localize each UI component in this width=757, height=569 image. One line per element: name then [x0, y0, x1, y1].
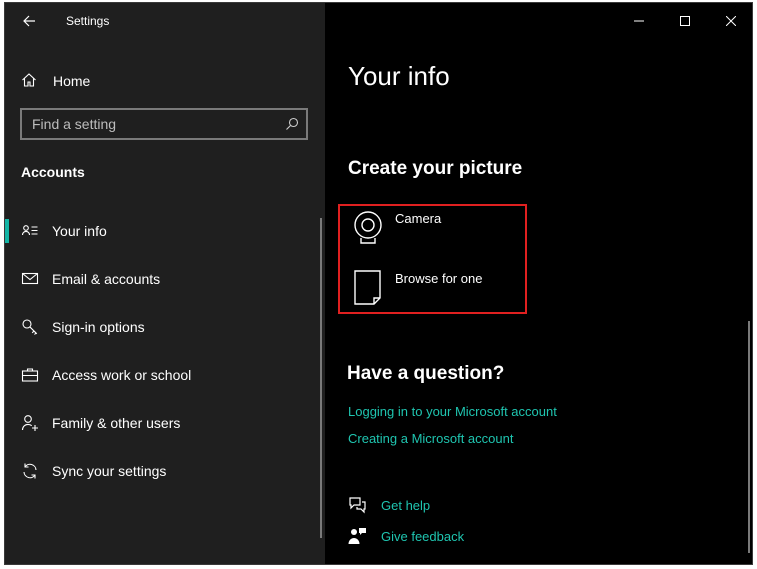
create-picture-heading: Create your picture	[348, 158, 523, 179]
selection-indicator	[5, 219, 9, 243]
close-button[interactable]	[708, 3, 752, 39]
question-heading: Have a question?	[347, 363, 505, 384]
home-label: Home	[53, 73, 91, 89]
feedback-icon	[348, 528, 366, 544]
camera-icon	[354, 211, 382, 244]
link-create-account[interactable]: Creating a Microsoft account	[348, 431, 513, 446]
sidebar-item-label: Sync your settings	[52, 463, 167, 479]
sidebar-item-sign-in-options[interactable]: Sign-in options	[5, 307, 321, 347]
sidebar-item-label: Access work or school	[52, 367, 192, 383]
browse-option[interactable]: Browse for one	[352, 270, 532, 310]
get-help-label: Get help	[381, 498, 431, 513]
sidebar-item-label: Sign-in options	[52, 319, 145, 335]
minimize-button[interactable]	[616, 3, 662, 39]
maximize-button[interactable]	[662, 3, 708, 39]
back-button[interactable]	[17, 9, 41, 33]
sidebar-item-your-info[interactable]: Your info	[5, 211, 321, 251]
minimize-icon	[634, 20, 644, 22]
sidebar-item-label: Family & other users	[52, 415, 181, 431]
briefcase-icon	[21, 368, 39, 382]
sidebar-item-label: Your info	[52, 223, 107, 239]
page-title: Your info	[348, 61, 450, 91]
key-icon	[22, 319, 38, 335]
sidebar-home[interactable]: Home	[5, 65, 325, 95]
sidebar-item-family-users[interactable]: Family & other users	[5, 403, 321, 443]
person-card-icon	[21, 225, 38, 236]
sidebar-item-sync-settings[interactable]: Sync your settings	[5, 451, 321, 491]
sidebar: Settings Home Accounts Your info	[5, 3, 325, 564]
person-add-icon	[21, 415, 38, 431]
window-controls	[616, 3, 752, 39]
link-logging-in[interactable]: Logging in to your Microsoft account	[348, 404, 557, 419]
app-title: Settings	[66, 14, 110, 28]
sync-icon	[23, 463, 37, 479]
search-input[interactable]	[22, 110, 278, 138]
search-box	[20, 108, 308, 140]
sidebar-item-access-work-school[interactable]: Access work or school	[5, 355, 321, 395]
camera-option[interactable]: Camera	[352, 210, 532, 250]
mail-icon	[21, 272, 39, 285]
back-arrow-icon	[23, 15, 35, 27]
sidebar-item-email-accounts[interactable]: Email & accounts	[5, 259, 321, 299]
section-title-accounts: Accounts	[21, 164, 85, 180]
settings-window: Settings Home Accounts Your info	[4, 2, 753, 565]
sidebar-item-label: Email & accounts	[52, 271, 161, 287]
title-bar: Settings	[5, 3, 325, 39]
home-icon	[22, 73, 36, 87]
sidebar-scrollbar[interactable]	[320, 218, 322, 538]
browse-label: Browse for one	[395, 271, 483, 286]
close-icon	[726, 16, 736, 26]
maximize-icon	[680, 16, 690, 26]
file-icon	[354, 270, 381, 305]
give-feedback-label: Give feedback	[381, 529, 465, 544]
camera-label: Camera	[395, 211, 442, 226]
search-icon[interactable]	[284, 116, 300, 132]
main-content: Your info Create your picture Camera Bro…	[325, 3, 752, 564]
main-scrollbar[interactable]	[748, 321, 750, 553]
help-chat-icon	[349, 497, 366, 514]
